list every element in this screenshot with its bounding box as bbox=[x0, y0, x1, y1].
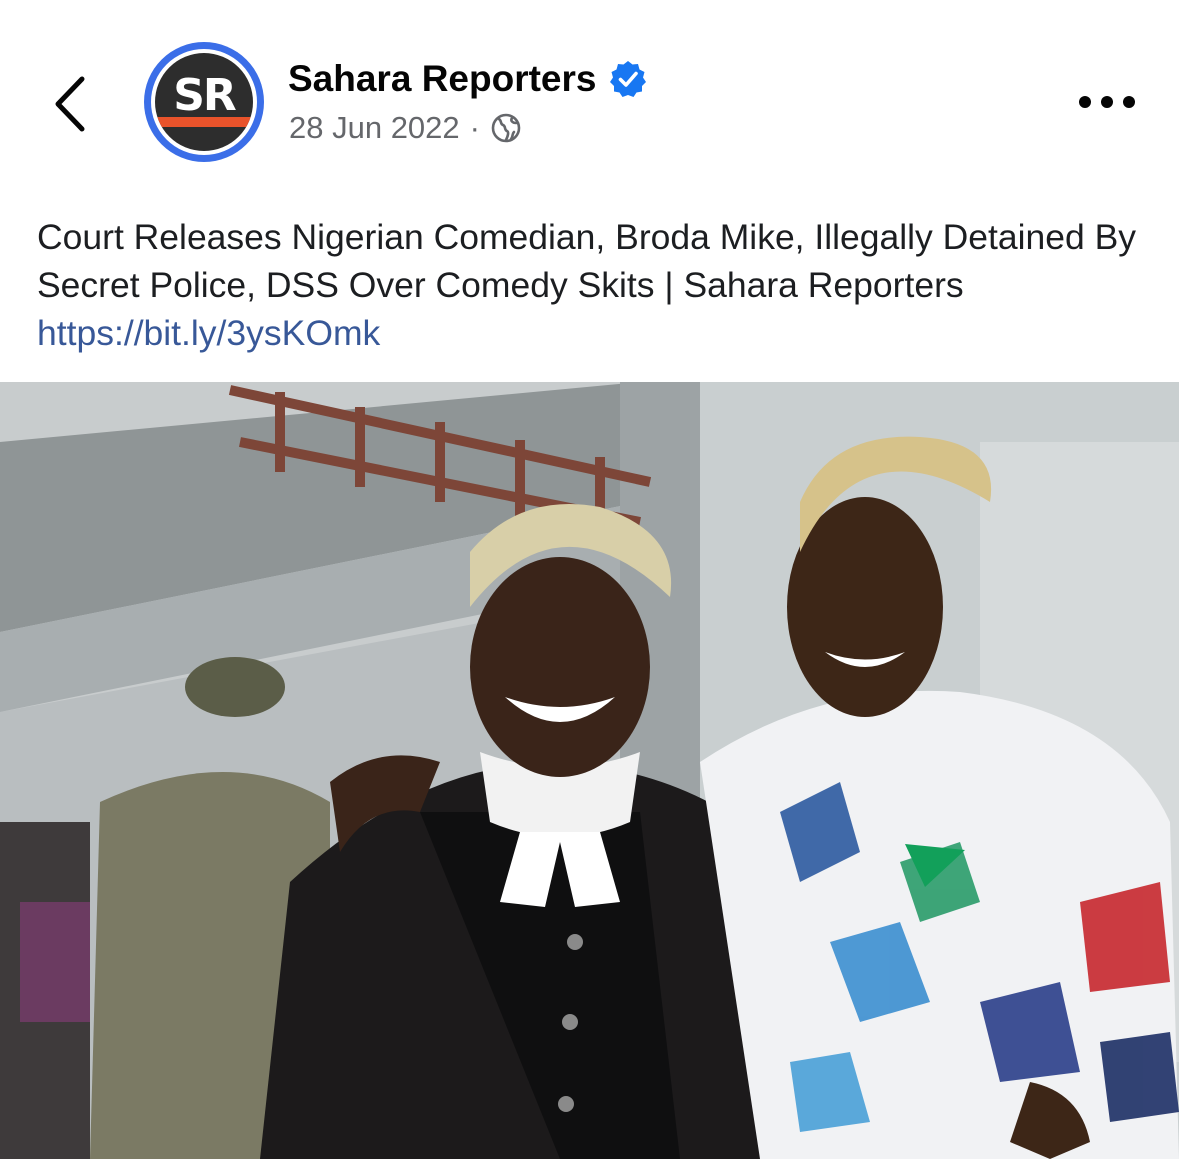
page-name-row: Sahara Reporters bbox=[288, 58, 648, 100]
post-date[interactable]: 28 Jun 2022 bbox=[289, 110, 460, 146]
post-caption: Court Releases Nigerian Comedian, Broda … bbox=[37, 213, 1147, 357]
chevron-left-icon bbox=[55, 76, 85, 132]
globe-icon bbox=[491, 113, 521, 143]
post-caption-text: Court Releases Nigerian Comedian, Broda … bbox=[37, 217, 1137, 305]
more-options-button[interactable] bbox=[1072, 80, 1142, 124]
post-header: SR Sahara Reporters 28 Jun 2022 · bbox=[0, 0, 1179, 180]
post-photo[interactable] bbox=[0, 382, 1179, 1159]
photo-illustration bbox=[0, 382, 1179, 1159]
verified-badge-icon bbox=[610, 61, 647, 97]
avatar-accent-bar bbox=[155, 117, 253, 127]
more-dots-icon bbox=[1079, 96, 1135, 108]
meta-separator: · bbox=[469, 110, 480, 145]
page-avatar[interactable]: SR bbox=[144, 42, 264, 162]
back-button[interactable] bbox=[40, 64, 100, 144]
page-name[interactable]: Sahara Reporters bbox=[288, 58, 596, 100]
post-meta: 28 Jun 2022 · bbox=[289, 110, 522, 146]
avatar-initials: SR bbox=[173, 69, 237, 121]
post-link[interactable]: https://bit.ly/3ysKOmk bbox=[37, 313, 380, 353]
